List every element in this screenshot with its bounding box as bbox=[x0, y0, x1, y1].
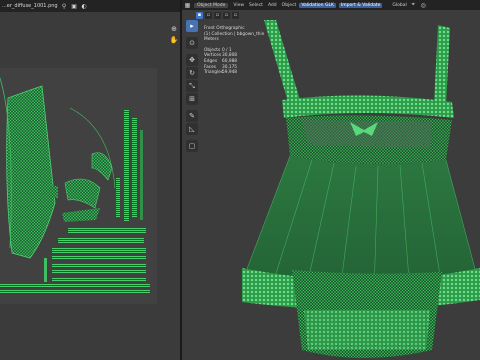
menu-add[interactable]: Add bbox=[268, 3, 277, 8]
editor-type-icon[interactable]: ▦ bbox=[184, 2, 191, 9]
select-invert-icon[interactable]: ▫ bbox=[223, 11, 230, 19]
image-icon[interactable]: ▣ bbox=[71, 3, 78, 10]
3d-viewport[interactable]: ▦ Object Mode View Select Add Object Val… bbox=[182, 0, 480, 360]
uv-editor-header: ...er_diffuse_1001.png ⚲ ▣ ◐ bbox=[0, 0, 180, 12]
menu-object[interactable]: Object bbox=[282, 3, 297, 8]
select-new-icon[interactable]: ▪ bbox=[196, 11, 203, 19]
viewport-header: ▦ Object Mode View Select Add Object Val… bbox=[182, 0, 480, 10]
uv-editor: ...er_diffuse_1001.png ⚲ ▣ ◐ ⊕ ✋ bbox=[0, 0, 180, 360]
move-icon[interactable]: ✥ bbox=[186, 54, 198, 66]
measure-icon[interactable]: ◺ bbox=[186, 123, 198, 135]
add-cube-icon[interactable]: ▢ bbox=[186, 140, 198, 152]
transform-orientation[interactable]: Global bbox=[392, 3, 406, 8]
proportional-icon[interactable]: ◎ bbox=[420, 2, 427, 9]
annotate-icon[interactable]: ✎ bbox=[186, 110, 198, 122]
babydoll-wireframe-model[interactable] bbox=[242, 10, 480, 360]
snap-icon[interactable]: ⌖ bbox=[410, 1, 417, 9]
select-extend-icon[interactable]: ▫ bbox=[205, 11, 212, 19]
overlay-icon[interactable]: ◐ bbox=[81, 3, 88, 10]
image-filename[interactable]: ...er_diffuse_1001.png bbox=[0, 3, 58, 9]
rotate-icon[interactable]: ↻ bbox=[186, 67, 198, 79]
menu-select[interactable]: Select bbox=[249, 3, 263, 8]
uv-islands bbox=[0, 77, 150, 293]
select-intersect-icon[interactable]: ▫ bbox=[232, 11, 239, 19]
pin-icon[interactable]: ⚲ bbox=[61, 3, 68, 10]
cursor-icon[interactable]: ⊙ bbox=[186, 37, 198, 49]
zoom-icon[interactable]: ⊕ bbox=[170, 25, 178, 33]
hand-icon[interactable]: ✋ bbox=[170, 36, 179, 44]
menu-view[interactable]: View bbox=[233, 3, 244, 8]
import-validate-button[interactable]: Import & Validate bbox=[338, 2, 383, 8]
mode-select[interactable]: Object Mode bbox=[194, 2, 229, 8]
select-box-icon[interactable]: ▸ bbox=[186, 20, 198, 32]
uv-canvas[interactable] bbox=[0, 68, 157, 304]
transform-icon[interactable]: ⊞ bbox=[186, 93, 198, 105]
scale-icon[interactable]: ⤡ bbox=[186, 80, 198, 92]
tool-shelf: ▸ ⊙ ✥ ↻ ⤡ ⊞ ✎ ◺ ▢ bbox=[186, 20, 198, 152]
select-subtract-icon[interactable]: ▫ bbox=[214, 11, 221, 19]
validation-button[interactable]: Validation GLK bbox=[299, 2, 336, 8]
select-mode-bar: ▪ ▫ ▫ ▫ ▫ bbox=[196, 11, 239, 19]
